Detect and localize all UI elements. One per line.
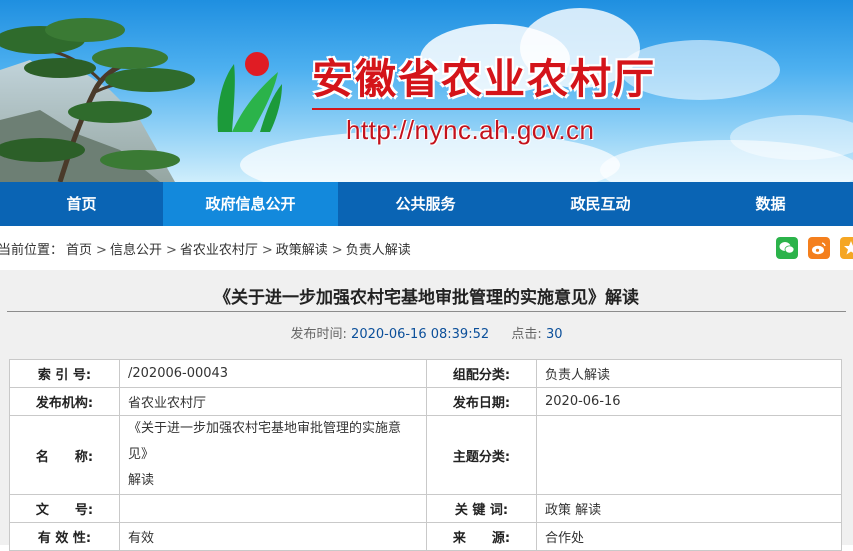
breadcrumb-separator: > xyxy=(96,243,107,258)
publish-time-value: 2020-06-16 08:39:52 xyxy=(351,327,490,342)
article-header: 《关于进一步加强农村宅基地审批管理的实施意见》解读 发布时间: 2020-06-… xyxy=(0,270,853,350)
star-icon[interactable] xyxy=(840,237,853,259)
main-nav: 首页 政府信息公开 公共服务 政民互动 数据 xyxy=(0,182,853,226)
site-title: 安徽省农业农村厅 xyxy=(312,55,656,103)
document-info-panel: 索 引 号: /202006-00043 组配分类: 负责人解读 发布机构: 省… xyxy=(0,350,853,551)
article-meta: 发布时间: 2020-06-16 08:39:52 点击: 30 xyxy=(0,323,853,342)
breadcrumb-separator: > xyxy=(331,243,343,258)
agriculture-dept-logo xyxy=(217,52,282,132)
table-row: 有 效 性: 有效 来 源: 合作处 xyxy=(9,522,842,551)
document-info-table: 索 引 号: /202006-00043 组配分类: 负责人解读 发布机构: 省… xyxy=(9,359,842,551)
group-label: 组配分类: xyxy=(426,359,537,388)
name-label: 名 称: xyxy=(9,415,120,495)
breadcrumb-separator: > xyxy=(165,243,177,258)
group-value: 负责人解读 xyxy=(536,359,842,388)
source-label: 来 源: xyxy=(426,522,537,551)
keywords-label: 关 键 词: xyxy=(426,494,537,523)
breadcrumb-item-info[interactable]: 信息公开 xyxy=(110,243,162,258)
breadcrumb-item-current[interactable]: 负责人解读 xyxy=(346,243,411,258)
title-divider xyxy=(7,311,846,312)
index-value: /202006-00043 xyxy=(119,359,427,388)
site-banner: 安徽省农业农村厅 http://nync.ah.gov.cn xyxy=(0,0,853,182)
table-row: 发布机构: 省农业农村厅 发布日期: 2020-06-16 xyxy=(9,387,842,416)
source-value: 合作处 xyxy=(536,522,842,551)
breadcrumb-item-dept[interactable]: 省农业农村厅 xyxy=(180,243,258,258)
keywords-value: 政策 解读 xyxy=(536,494,842,523)
name-value: 《关于进一步加强农村宅基地审批管理的实施意见》 解读 xyxy=(119,415,427,495)
breadcrumb-bar: 当前位置： 首页 > 信息公开 > 省农业农村厅 > 政策解读 > 负责人解读 xyxy=(0,226,853,270)
breadcrumb-item-home[interactable]: 首页 xyxy=(66,243,92,258)
title-underline xyxy=(312,108,640,110)
org-label: 发布机构: xyxy=(9,387,120,416)
date-label: 发布日期: xyxy=(426,387,537,416)
nav-item-interaction[interactable]: 政民互动 xyxy=(513,182,688,226)
site-url: http://nync.ah.gov.cn xyxy=(346,115,595,145)
topic-value xyxy=(536,415,842,495)
name-value-line2: 解读 xyxy=(128,473,155,488)
pine-tree-mountain-image xyxy=(0,18,195,182)
nav-item-data[interactable]: 数据 xyxy=(688,182,853,226)
nav-item-public-service[interactable]: 公共服务 xyxy=(338,182,513,226)
org-value: 省农业农村厅 xyxy=(119,387,427,416)
docno-value xyxy=(119,494,427,523)
docno-label: 文 号: xyxy=(9,494,120,523)
index-label: 索 引 号: xyxy=(9,359,120,388)
click-count-label: 点击: xyxy=(511,327,542,342)
wechat-icon[interactable] xyxy=(776,237,798,259)
nav-item-home[interactable]: 首页 xyxy=(0,182,163,226)
name-value-line1: 《关于进一步加强农村宅基地审批管理的实施意见》 xyxy=(128,421,402,462)
table-row: 索 引 号: /202006-00043 组配分类: 负责人解读 xyxy=(9,359,842,388)
publish-time-label: 发布时间: xyxy=(290,327,347,342)
breadcrumb: 当前位置： 首页 > 信息公开 > 省农业农村厅 > 政策解读 > 负责人解读 xyxy=(0,239,414,258)
article-title: 《关于进一步加强农村宅基地审批管理的实施意见》解读 xyxy=(214,288,639,308)
nav-item-gov-info[interactable]: 政府信息公开 xyxy=(163,182,338,226)
weibo-icon[interactable] xyxy=(808,237,830,259)
breadcrumb-separator: > xyxy=(261,243,273,258)
click-count-value: 30 xyxy=(545,327,563,342)
table-row: 文 号: 关 键 词: 政策 解读 xyxy=(9,494,842,523)
breadcrumb-prefix: 当前位置： xyxy=(0,243,64,258)
breadcrumb-item-policy[interactable]: 政策解读 xyxy=(276,243,328,258)
validity-label: 有 效 性: xyxy=(9,522,120,551)
date-value: 2020-06-16 xyxy=(536,387,842,416)
validity-value: 有效 xyxy=(119,522,427,551)
table-row: 名 称: 《关于进一步加强农村宅基地审批管理的实施意见》 解读 主题分类: xyxy=(9,415,842,495)
topic-label: 主题分类: xyxy=(426,415,537,495)
